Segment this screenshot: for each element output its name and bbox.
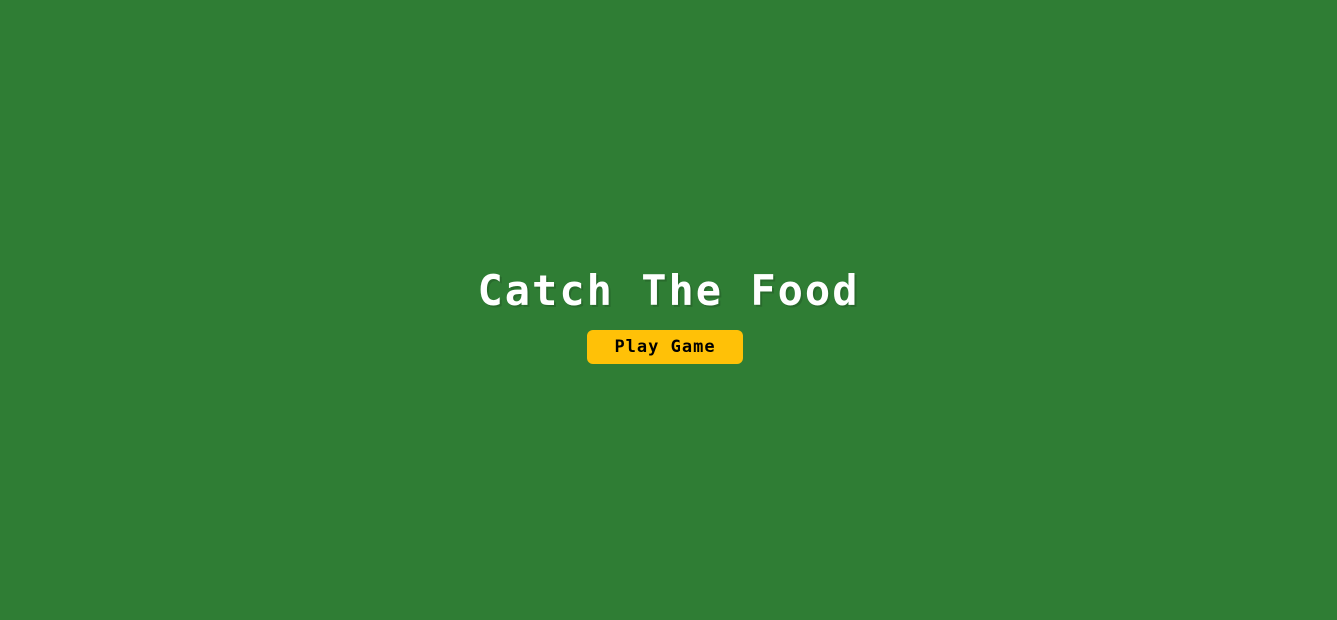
- start-screen: Catch The Food Play Game: [0, 0, 1337, 620]
- play-game-button[interactable]: Play Game: [587, 330, 743, 364]
- game-title: Catch The Food: [477, 266, 860, 315]
